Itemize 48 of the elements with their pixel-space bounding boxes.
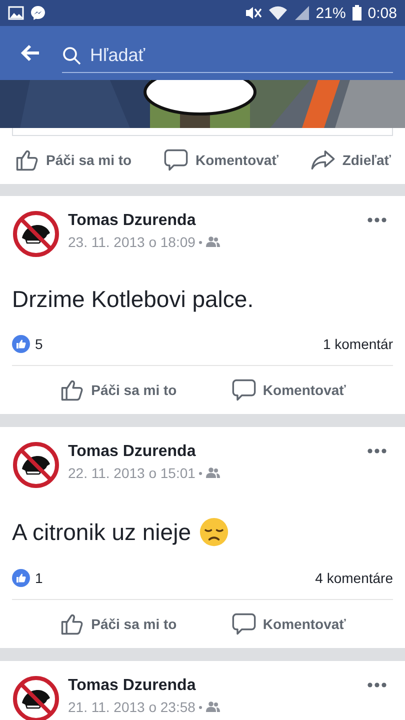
friends-icon xyxy=(206,236,220,248)
signal-icon xyxy=(294,5,310,21)
separator-dot-icon xyxy=(199,706,202,708)
more-options-icon[interactable] xyxy=(367,448,387,454)
avatar-icon[interactable] xyxy=(12,675,60,720)
like-badge-icon xyxy=(12,569,30,587)
more-options-icon[interactable] xyxy=(367,217,387,223)
like-button[interactable]: Páči sa mi to xyxy=(55,607,181,641)
gallery-icon xyxy=(8,6,24,20)
comment-count[interactable]: 4 komentáre xyxy=(315,570,393,586)
like-badge-icon xyxy=(12,335,30,353)
clock: 0:08 xyxy=(368,4,397,22)
author-name[interactable]: Tomas Dzurenda xyxy=(68,443,353,461)
post-text: A citronik uz nieje xyxy=(12,518,191,546)
comment-icon xyxy=(163,147,190,173)
author-name[interactable]: Tomas Dzurenda xyxy=(68,677,353,695)
friends-icon xyxy=(206,701,220,713)
messenger-icon xyxy=(30,5,46,21)
wifi-icon xyxy=(268,5,288,21)
more-options-icon[interactable] xyxy=(367,682,387,688)
post-text: Drzime Kotlebovi palce. xyxy=(12,286,254,313)
comment-button[interactable]: Komentovať xyxy=(159,143,282,177)
comment-button[interactable]: Komentovať xyxy=(226,607,350,641)
post-date[interactable]: 21. 11. 2013 o 23:58 xyxy=(68,699,196,715)
comment-count[interactable]: 1 komentár xyxy=(322,336,393,352)
battery-icon xyxy=(352,5,362,21)
avatar-icon[interactable] xyxy=(12,210,60,258)
author-name[interactable]: Tomas Dzurenda xyxy=(68,212,353,230)
separator-dot-icon xyxy=(199,472,202,474)
comment-icon xyxy=(230,377,257,403)
back-arrow-icon[interactable] xyxy=(20,44,40,62)
comment-button[interactable]: Komentovať xyxy=(226,373,350,407)
battery-percent: 21% xyxy=(316,4,346,22)
like-count[interactable]: 5 xyxy=(35,336,43,352)
separator-dot-icon xyxy=(199,240,202,244)
like-count[interactable]: 1 xyxy=(35,570,43,586)
like-button[interactable]: Páči sa mi to xyxy=(55,373,181,407)
friends-icon xyxy=(206,467,220,479)
like-button[interactable]: Páči sa mi to xyxy=(10,143,136,177)
post-date[interactable]: 22. 11. 2013 o 15:01 xyxy=(68,465,196,481)
share-button[interactable]: Zdieľať xyxy=(306,143,395,177)
mute-icon xyxy=(244,5,262,21)
pensive-face-icon xyxy=(198,517,229,547)
search-bar[interactable]: Hľadať xyxy=(0,26,405,80)
search-icon xyxy=(62,46,82,66)
post-date[interactable]: 23. 11. 2013 o 18:09 xyxy=(68,234,196,250)
comment-icon xyxy=(230,611,257,637)
avatar-icon[interactable] xyxy=(12,441,60,489)
